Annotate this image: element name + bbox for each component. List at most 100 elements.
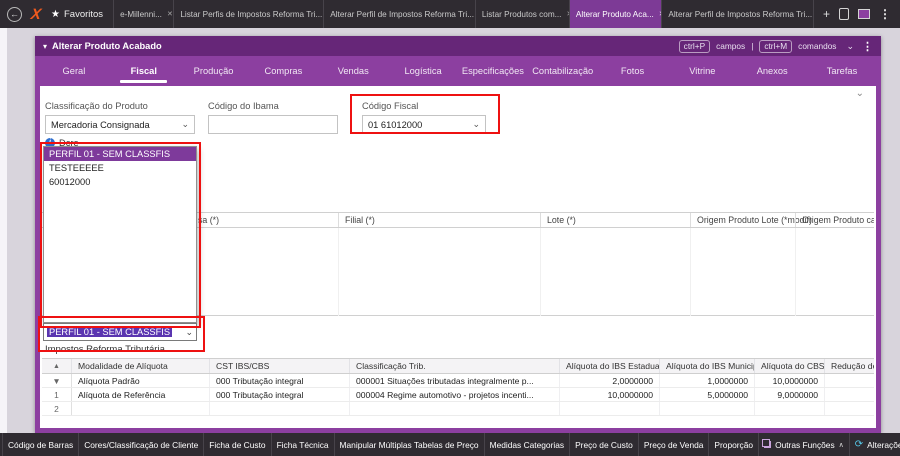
cell-reducao[interactable] [825,374,874,387]
toolbar-outras-funcoes[interactable]: Outras Funções ∧ [759,433,850,456]
chevron-down-icon: ⌄ [181,119,189,129]
kebab-menu-icon[interactable]: ⋮ [879,7,891,21]
table-row[interactable]: ▼ Alíquota Padrão 000 Tributação integra… [42,374,874,388]
browser-tab-label: Listar Perfis de Impostos Reforma Tri... [180,9,323,19]
toolbar-cores-classificacao[interactable]: Cores/Classificação de Cliente [79,433,205,456]
shortcut-campos-label: campos [716,41,746,51]
row-number: 2 [42,402,72,415]
tab-tarefas[interactable]: Tarefas [807,56,877,86]
cell-classificacao-trib[interactable] [350,402,560,415]
column-header-lote[interactable]: Lote (*) [547,215,576,225]
column-header-origem-cadastro[interactable]: Origem Produto cadastr [802,215,874,225]
toolbar-preco-de-custo[interactable]: Preço de Custo [570,433,639,456]
classificacao-produto-label: Classificação do Produto [45,101,148,111]
favorites-label: Favoritos [63,8,104,20]
bottom-toolbar: Código de Barras Cores/Classificação de … [0,433,900,456]
toolbar-multiplas-tabelas-preco[interactable]: Manipular Múltiplas Tabelas de Preço [335,433,485,456]
toolbar-preco-de-venda[interactable]: Preço de Venda [639,433,710,456]
tab-geral[interactable]: Geral [39,56,109,86]
cell-cst[interactable]: 000 Tributação integral [210,388,350,401]
classificacao-produto-select[interactable]: Mercadoria Consignada ⌄ [45,115,195,134]
cell-cst[interactable]: 000 Tributação integral [210,374,350,387]
column-header-ibs-municipal[interactable]: Alíquota do IBS Municipal (%) [660,359,755,373]
toolbar-proporcao[interactable]: Proporção [709,433,760,456]
browser-tab[interactable]: Listar Perfis de Impostos Reforma Tri...… [173,0,323,28]
cell-ibs-estadual[interactable]: 10,0000000 [560,388,660,401]
cell-modalidade[interactable] [72,402,210,415]
cell-classificacao-trib[interactable]: 000001 Situações tributadas integralment… [350,374,560,387]
clipboard-icon[interactable] [839,8,849,20]
column-header-empresa[interactable]: sa (*) [198,215,219,225]
column-header-ibs-estadual[interactable]: Alíquota do IBS Estadual (%) [560,359,660,373]
cell-ibs-municipal[interactable]: 1,0000000 [660,374,755,387]
browser-tab[interactable]: Listar Produtos com... ✕ [474,0,569,28]
tab-producao[interactable]: Produção [179,56,249,86]
toolbar-codigo-de-barras[interactable]: Código de Barras [2,433,80,456]
cell-reducao[interactable] [825,388,874,401]
table-row[interactable]: 2 [42,402,874,416]
cell-modalidade[interactable]: Alíquota de Referência [72,388,210,401]
toolbar-ficha-de-custo[interactable]: Ficha de Custo [204,433,272,456]
cell-cbs[interactable]: 10,0000000 [755,374,825,387]
window-menu-icon[interactable]: ⋮ [862,40,873,53]
row-number: 1 [42,388,72,401]
tab-logistica[interactable]: Logística [388,56,458,86]
column-header-modalidade[interactable]: Modalidade de Alíquota [72,359,210,373]
dropdown-item[interactable]: TESTEEEEE [44,161,196,175]
collapse-chevron-icon[interactable]: ⌄ [856,88,864,99]
cell-cst[interactable] [210,402,350,415]
browser-tab[interactable]: Alterar Perfil de Impostos Reforma Tri..… [323,0,475,28]
refresh-icon: ⟳ [854,439,864,450]
favorites-button[interactable]: ★ Favoritos [41,0,113,28]
panel-icon[interactable] [858,9,870,19]
tab-vitrine[interactable]: Vitrine [667,56,737,86]
column-header-classificacao-trib[interactable]: Classificação Trib. [350,359,560,373]
dropdown-item[interactable]: 60012000 [44,175,196,189]
cell-ibs-municipal[interactable] [660,402,755,415]
cell-ibs-estadual[interactable]: 2,0000000 [560,374,660,387]
classfis-combo[interactable]: PERFIL 01 - SEM CLASSFIS ⌄ [43,323,197,341]
column-divider [690,213,691,227]
chevron-down-icon[interactable]: ⌄ [846,41,854,52]
window-titlebar: ▾ Alterar Produto Acabado ctrl+P campos … [35,36,881,56]
cell-reducao[interactable] [825,402,874,415]
tab-compras[interactable]: Compras [248,56,318,86]
table-row[interactable]: 1 Alíquota de Referência 000 Tributação … [42,388,874,402]
toolbar-ficha-tecnica[interactable]: Ficha Técnica [272,433,335,456]
column-divider [338,228,339,316]
cell-classificacao-trib[interactable]: 000004 Regime automotivo - projetos ince… [350,388,560,401]
column-header-reducao[interactable]: Redução de Alíqu [825,359,874,373]
shortcut-comandos-label: comandos [798,41,837,51]
classfis-combo-value: PERFIL 01 - SEM CLASSFIS [47,327,173,337]
column-header-cst[interactable]: CST IBS/CBS [210,359,350,373]
tab-fotos[interactable]: Fotos [598,56,668,86]
toolbar-medidas-categorias[interactable]: Medidas Categorias [485,433,571,456]
tab-contabilizacao[interactable]: Contabilização [528,56,598,86]
back-button[interactable]: ← [7,6,22,22]
cell-ibs-municipal[interactable]: 5,0000000 [660,388,755,401]
tab-vendas[interactable]: Vendas [318,56,388,86]
dropdown-item-selected[interactable]: PERFIL 01 - SEM CLASSFIS [44,147,196,161]
tab-especificacoes[interactable]: Especificações [458,56,528,86]
close-icon[interactable]: ✕ [167,10,173,18]
tab-anexos[interactable]: Anexos [737,56,807,86]
codigo-fiscal-value: 01 61012000 [368,119,423,130]
browser-tab[interactable]: Alterar Perfil de Impostos Reforma Tri..… [661,0,814,28]
cell-cbs[interactable] [755,402,825,415]
column-header-filial[interactable]: Filial (*) [345,215,375,225]
cell-modalidade[interactable]: Alíquota Padrão [72,374,210,387]
cell-ibs-estadual[interactable] [560,402,660,415]
codigo-fiscal-select[interactable]: 01 61012000 ⌄ [362,115,486,134]
caret-down-icon[interactable]: ▾ [43,42,47,51]
new-tab-button[interactable]: + [823,7,830,21]
column-header-cbs[interactable]: Alíquota do CBS (%) [755,359,825,373]
tab-fiscal[interactable]: Fiscal [109,56,179,86]
sort-up-icon[interactable]: ▲ [42,359,72,373]
codigo-ibama-label: Código do Ibama [208,101,279,111]
toolbar-alteracoes[interactable]: ⟳ Alterações [850,433,900,456]
browser-tab-active[interactable]: Alterar Produto Aca... ✕ [568,0,662,28]
browser-tab-label: Alterar Perfil de Impostos Reforma Tri..… [330,9,475,19]
codigo-ibama-input[interactable] [208,115,338,134]
browser-tab[interactable]: e-Millenni... ✕ [113,0,173,28]
cell-cbs[interactable]: 9,0000000 [755,388,825,401]
